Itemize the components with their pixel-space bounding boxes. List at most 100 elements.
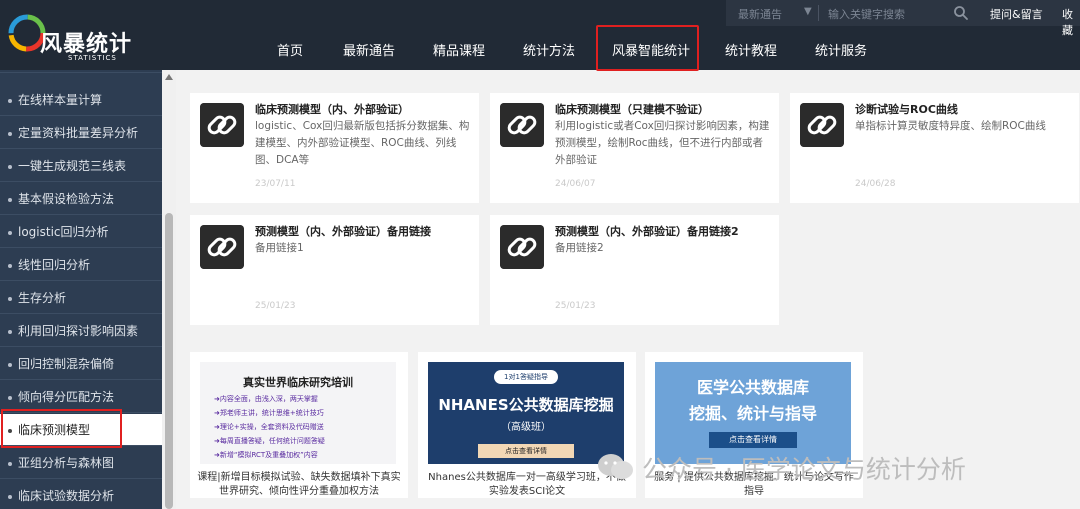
promo-heading: 医学公共数据库 xyxy=(696,378,809,397)
promo-bullet: ➜内容全面，由浅入深，两天掌握 xyxy=(214,395,318,403)
promo-subheading: （高级班） xyxy=(501,422,551,433)
sidebar-item-subgroup[interactable]: 亚组分析与森林图 xyxy=(0,447,162,479)
sidebar-item-three-line-table[interactable]: 一键生成规范三线表 xyxy=(0,150,162,182)
tool-card[interactable]: 诊断试验与ROC曲线 单指标计算灵敏度特异度、绘制ROC曲线 24/06/28 xyxy=(790,93,1079,203)
sidebar-item-clinical-trial[interactable]: 临床试验数据分析 xyxy=(0,480,162,509)
bullet-icon xyxy=(8,98,12,103)
favorite-link[interactable]: 收藏 xyxy=(1062,6,1080,38)
promo-bullet: ➜理论+实操，全套资料及代码赠送 xyxy=(214,423,324,431)
promo-bullet: ➜每周直播答疑，任何统计问题答疑 xyxy=(214,437,325,445)
scroll-up-arrow-icon[interactable] xyxy=(165,74,173,80)
sidebar-item-confounding[interactable]: 回归控制混杂偏倚 xyxy=(0,348,162,380)
card-title: 预测模型（内、外部验证）备用链接2 xyxy=(555,225,739,238)
promo-caption[interactable]: 课程|新增目标模拟试验、缺失数据填补下真实世界研究、倾向性评分重叠加权方法 xyxy=(196,471,402,499)
card-title: 临床预测模型（只建模不验证） xyxy=(555,103,709,116)
promo-bullet: ➜郑老师主讲，统计思维+统计技巧 xyxy=(214,409,324,417)
sidebar-item-hypothesis-test[interactable]: 基本假设检验方法 xyxy=(0,183,162,215)
nav-methods[interactable]: 统计方法 xyxy=(523,40,575,59)
divider xyxy=(818,5,819,21)
card-date: 24/06/28 xyxy=(855,179,896,189)
promo-image[interactable]: 真实世界临床研究培训 ➜内容全面，由浅入深，两天掌握 ➜郑老师主讲，统计思维+统… xyxy=(200,362,396,464)
promo-heading: 真实世界临床研究培训 xyxy=(243,376,353,389)
nav-tutorials[interactable]: 统计教程 xyxy=(725,40,777,59)
link-icon xyxy=(800,103,844,147)
sidebar-item-label: 临床试验数据分析 xyxy=(18,489,115,503)
promo-detail-button[interactable]: 点击查看详情 xyxy=(478,444,574,458)
bullet-icon xyxy=(8,362,12,367)
tool-card[interactable]: 预测模型（内、外部验证）备用链接2 备用链接2 25/01/23 xyxy=(490,215,779,325)
sidebar-item-survival[interactable]: 生存分析 xyxy=(0,282,162,314)
bullet-icon xyxy=(8,296,12,301)
promo-detail-button[interactable]: 点击查看详情 xyxy=(709,432,797,448)
promo-subheading: 挖掘、统计与指导 xyxy=(688,404,817,423)
scrollbar-thumb[interactable] xyxy=(165,213,173,509)
wechat-watermark: 公众号 · 医学论文与统计分析 xyxy=(596,448,1066,484)
bullet-icon xyxy=(8,395,12,400)
sidebar-item-label: logistic回归分析 xyxy=(18,225,109,239)
nav-courses[interactable]: 精品课程 xyxy=(433,40,485,59)
tool-card[interactable]: 预测模型（内、外部验证）备用链接 备用链接1 25/01/23 xyxy=(190,215,479,325)
card-description: 备用链接2 xyxy=(555,242,604,254)
card-date: 23/07/11 xyxy=(255,179,296,189)
bullet-icon xyxy=(8,494,12,499)
sidebar-item-label: 亚组分析与森林图 xyxy=(18,456,115,470)
promo-card-real-world[interactable]: 真实世界临床研究培训 ➜内容全面，由浅入深，两天掌握 ➜郑老师主讲，统计思维+统… xyxy=(190,352,408,498)
card-description: logistic、Cox回归最新版包括拆分数据集、构建模型、内外部验证模型、RO… xyxy=(255,120,470,166)
nav-home[interactable]: 首页 xyxy=(277,40,303,59)
nav-highlight-box xyxy=(596,25,699,71)
sidebar-item-label: 基本假设检验方法 xyxy=(18,192,115,206)
card-description: 利用logistic或者Cox回归探讨影响因素，构建预测模型，绘制Roc曲线，但… xyxy=(555,120,770,166)
nav-latest-notice[interactable]: 最新通告 xyxy=(343,40,395,59)
sidebar-item-sample-size[interactable]: 在线样本量计算 xyxy=(0,84,162,116)
promo-badge: 1对1答疑指导 xyxy=(494,370,558,384)
nav-services[interactable]: 统计服务 xyxy=(815,40,867,59)
chevron-down-icon[interactable]: ▼ xyxy=(804,6,812,17)
site-logo[interactable]: 风暴统计 STATISTICS xyxy=(6,6,156,64)
wechat-icon xyxy=(598,454,633,479)
ask-question-link[interactable]: 提问&留言 xyxy=(990,6,1043,22)
sidebar-item-label: 倾向得分匹配方法 xyxy=(18,390,115,404)
watermark-text: 公众号 · 医学论文与统计分析 xyxy=(642,455,966,484)
tool-card[interactable]: 临床预测模型（只建模不验证） 利用logistic或者Cox回归探讨影响因素，构… xyxy=(490,93,779,203)
card-date: 24/06/07 xyxy=(555,179,596,189)
bullet-icon xyxy=(8,329,12,334)
tool-card[interactable]: 临床预测模型（内、外部验证） logistic、Cox回归最新版包括拆分数据集、… xyxy=(190,93,479,203)
link-icon xyxy=(200,225,244,269)
link-icon xyxy=(500,225,544,269)
card-date: 25/01/23 xyxy=(255,301,296,311)
notice-select[interactable]: 最新通告 xyxy=(738,6,782,22)
sidebar-item-linear[interactable]: 线性回归分析 xyxy=(0,249,162,281)
bullet-icon xyxy=(8,263,12,268)
sidebar-item-label: 回归控制混杂偏倚 xyxy=(18,357,115,371)
sidebar-highlight-box xyxy=(1,409,122,448)
search-input[interactable] xyxy=(826,3,950,25)
logo-subtitle: STATISTICS xyxy=(68,54,117,62)
sidebar-item-label: 在线样本量计算 xyxy=(18,93,103,107)
bullet-icon xyxy=(8,230,12,235)
sidebar-item-partial xyxy=(0,70,162,73)
sidebar-item-label: 线性回归分析 xyxy=(18,258,91,272)
sidebar-scrollbar[interactable] xyxy=(162,70,176,509)
link-icon xyxy=(500,103,544,147)
link-icon xyxy=(200,103,244,147)
card-title: 诊断试验与ROC曲线 xyxy=(855,103,958,116)
sidebar-item-label: 利用回归探讨影响因素 xyxy=(18,324,139,338)
bullet-icon xyxy=(8,197,12,202)
search-icon[interactable] xyxy=(953,5,969,21)
sidebar-item-influence-factors[interactable]: 利用回归探讨影响因素 xyxy=(0,315,162,347)
card-title: 预测模型（内、外部验证）备用链接 xyxy=(255,225,431,238)
sidebar-item-label: 一键生成规范三线表 xyxy=(18,159,127,173)
promo-image[interactable]: 1对1答疑指导 NHANES公共数据库挖掘 （高级班） 点击查看详情 xyxy=(428,362,624,464)
bullet-icon xyxy=(8,164,12,169)
sidebar-item-quant-diff[interactable]: 定量资料批量差异分析 xyxy=(0,117,162,149)
card-date: 25/01/23 xyxy=(555,301,596,311)
card-title: 临床预测模型（内、外部验证） xyxy=(255,103,409,116)
sidebar-item-logistic[interactable]: logistic回归分析 xyxy=(0,216,162,248)
promo-bullet: ➜新增“模拟RCT及重叠加权”内容 xyxy=(214,451,318,459)
top-header: 最新通告 ▼ 提问&留言 收藏 风暴统计 STATISTICS 首页 最新通告 … xyxy=(0,0,1080,70)
sidebar-item-label: 定量资料批量差异分析 xyxy=(18,126,139,140)
card-description: 备用链接1 xyxy=(255,242,304,254)
bullet-icon xyxy=(8,461,12,466)
promo-heading: NHANES公共数据库挖掘 xyxy=(438,396,614,414)
card-description: 单指标计算灵敏度特异度、绘制ROC曲线 xyxy=(855,120,1046,132)
